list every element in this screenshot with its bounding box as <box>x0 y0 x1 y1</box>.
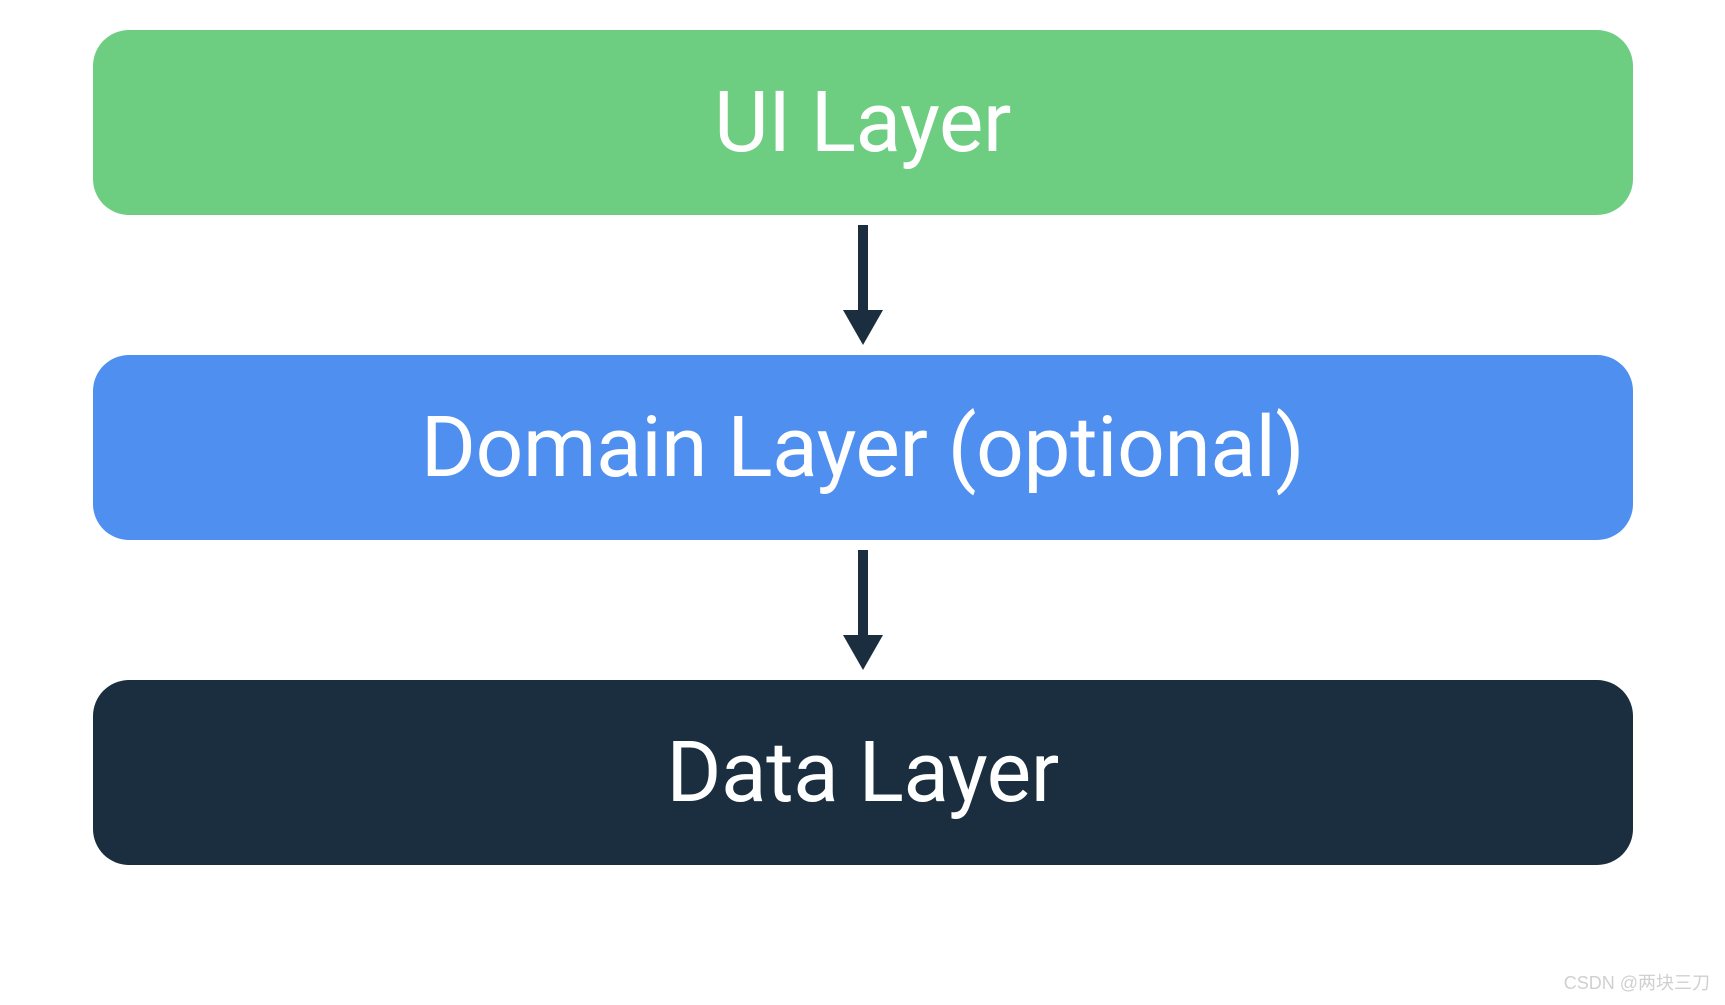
arrow-down-icon <box>833 545 893 675</box>
arrow-down-icon <box>833 220 893 350</box>
arrow-domain-to-data <box>833 540 893 680</box>
domain-layer-box: Domain Layer (optional) <box>93 355 1633 540</box>
data-layer-box: Data Layer <box>93 680 1633 865</box>
arrow-ui-to-domain <box>833 215 893 355</box>
data-layer-label: Data Layer <box>666 723 1058 822</box>
domain-layer-label: Domain Layer (optional) <box>421 398 1304 497</box>
watermark-text: CSDN @两块三刀 <box>1564 969 1710 995</box>
ui-layer-label: UI Layer <box>714 73 1011 172</box>
ui-layer-box: UI Layer <box>93 30 1633 215</box>
architecture-diagram: UI Layer Domain Layer (optional) Data La… <box>93 30 1633 865</box>
